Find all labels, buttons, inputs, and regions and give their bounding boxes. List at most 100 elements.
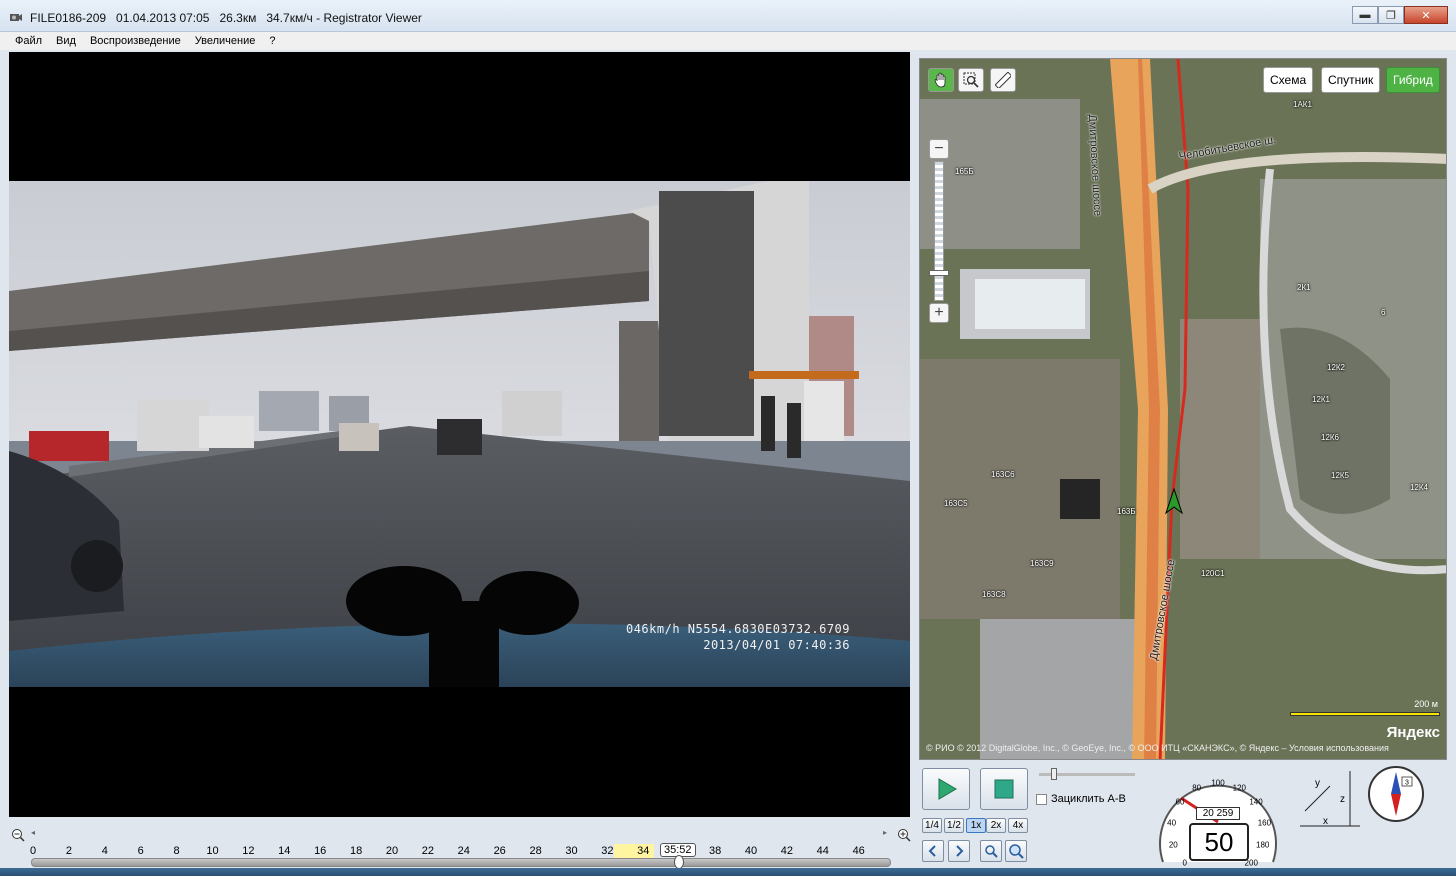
speedometer-scale-label: 20 xyxy=(1168,840,1178,850)
timeline-tick-label: 20 xyxy=(385,845,399,857)
ruler-icon xyxy=(995,72,1011,88)
play-icon xyxy=(938,778,957,800)
timeline-slider[interactable] xyxy=(31,858,891,867)
speed-4x-button[interactable]: 4x xyxy=(1008,818,1028,833)
satellite-map xyxy=(920,59,1446,759)
building-label: 163Б xyxy=(1117,507,1136,516)
timeline-tick-label: 38 xyxy=(708,845,722,857)
map-type-satellite[interactable]: Спутник xyxy=(1321,67,1381,93)
video-frame[interactable]: 046km/h N5554.6830E03732.6709 2013/04/01… xyxy=(9,181,910,687)
timeline-tick-label: 40 xyxy=(744,845,758,857)
axis-z-label: z xyxy=(1340,794,1345,805)
speed-1x-button[interactable]: 1x xyxy=(966,818,986,833)
maximize-button[interactable]: ❐ xyxy=(1378,6,1404,24)
volume-thumb[interactable] xyxy=(1051,768,1057,780)
odometer: 20 259 xyxy=(1196,807,1240,820)
speedometer-scale-label: 40 xyxy=(1167,818,1177,828)
speedometer-scale-label: 120 xyxy=(1232,783,1247,793)
hand-icon xyxy=(934,72,946,88)
building-label: 12К5 xyxy=(1331,471,1350,480)
speed-quarter-button[interactable]: 1/4 xyxy=(922,818,942,833)
map-scale-label: 200 м xyxy=(1414,699,1438,709)
menu-zoom[interactable]: Увеличение xyxy=(195,35,256,47)
stop-icon xyxy=(994,779,1014,799)
timeline-tick-label: 46 xyxy=(852,845,865,857)
prev-button[interactable] xyxy=(922,840,944,862)
building-label: 2К1 xyxy=(1297,283,1311,292)
timeline-tick-label: 44 xyxy=(816,845,829,857)
osd-datetime: 2013/04/01 07:40:36 xyxy=(703,638,850,652)
building-label: 12К4 xyxy=(1410,483,1429,492)
menu-playback[interactable]: Воспроизведение xyxy=(90,35,181,47)
timeline-slider-thumb[interactable] xyxy=(674,855,684,869)
ruler-tool[interactable] xyxy=(990,68,1016,92)
building-label: 120С1 xyxy=(1201,569,1225,578)
timeline-tick-label: 18 xyxy=(349,845,363,857)
loop-ab[interactable]: Зациклить А-В xyxy=(1036,793,1126,805)
timeline-tick-label: 26 xyxy=(493,845,506,857)
zoom-select-tool[interactable] xyxy=(958,68,984,92)
timeline-tick-label: 12 xyxy=(242,845,255,857)
menu-view[interactable]: Вид xyxy=(56,35,76,47)
map-zoom-in-button[interactable]: + xyxy=(929,303,949,323)
map-copyright[interactable]: © РИО © 2012 DigitalGlobe, Inc., © GeoEy… xyxy=(926,743,1389,753)
axis-x-label: x xyxy=(1323,816,1328,827)
timeline-tick-label: 0 xyxy=(29,845,37,857)
building-label: 163С9 xyxy=(1030,559,1054,568)
building-label: 12К6 xyxy=(1321,433,1340,442)
menu-bar: Файл Вид Воспроизведение Увеличение ? xyxy=(0,32,1456,50)
hand-tool[interactable] xyxy=(928,68,954,92)
timeline-tick-label: 32 xyxy=(601,845,614,857)
timeline-tick-label: 30 xyxy=(565,845,578,857)
accelerometer-axes-icon: y z x xyxy=(1300,771,1360,827)
timeline-left-arrow[interactable]: ◂ xyxy=(31,828,35,837)
yandex-logo: Яндекс xyxy=(1386,724,1440,741)
zoom-select-icon xyxy=(963,72,979,88)
axis-y-label: y xyxy=(1315,778,1320,789)
building-label: 163С6 xyxy=(991,470,1015,479)
map-zoom-slider[interactable] xyxy=(934,161,944,301)
next-button[interactable] xyxy=(948,840,970,862)
building-label: 165Б xyxy=(955,167,974,176)
video-panel[interactable]: 046km/h N5554.6830E03732.6709 2013/04/01… xyxy=(9,52,910,817)
speedometer: 0 20 40 60 80 100 120 140 160 180 200 20 259 50 xyxy=(1153,762,1283,872)
map-panel[interactable]: Схема Спутник Гибрид − + Дмитровское шос… xyxy=(919,58,1447,760)
zoom-out-icon[interactable] xyxy=(11,828,25,842)
menu-help[interactable]: ? xyxy=(269,35,275,47)
loop-checkbox[interactable] xyxy=(1036,793,1047,805)
compass-value: 3 xyxy=(1405,780,1409,787)
timeline-tick-label: 2 xyxy=(65,845,72,857)
stop-button[interactable] xyxy=(980,768,1028,810)
menu-file[interactable]: Файл xyxy=(15,35,42,47)
close-button[interactable]: ✕ xyxy=(1404,6,1448,24)
timeline-tick-label: 10 xyxy=(206,845,219,857)
magnifier-icon xyxy=(985,845,998,858)
speed-half-button[interactable]: 1/2 xyxy=(944,818,964,833)
speedometer-scale-label: 140 xyxy=(1249,797,1263,807)
map-zoom-thumb[interactable] xyxy=(929,270,949,276)
zoom-in-icon[interactable] xyxy=(897,828,911,842)
map-zoom-out-button[interactable]: − xyxy=(929,139,949,159)
speedometer-scale-label: 80 xyxy=(1192,783,1202,793)
timeline-tick-label: 14 xyxy=(278,845,291,857)
timeline-tick-label: 6 xyxy=(137,845,144,857)
map-scale-bar xyxy=(1290,712,1440,716)
minimize-button[interactable]: ▬ xyxy=(1352,6,1378,24)
timeline-tick-label: 8 xyxy=(173,845,180,857)
speed-2x-button[interactable]: 2x xyxy=(986,818,1006,833)
timeline-tick-label: 4 xyxy=(101,845,108,857)
volume-slider[interactable] xyxy=(1039,768,1135,780)
play-button[interactable] xyxy=(922,768,970,810)
loop-label: Зациклить А-В xyxy=(1051,793,1126,805)
map-type-hybrid[interactable]: Гибрид xyxy=(1386,67,1440,93)
video-zoom-in-button[interactable] xyxy=(1005,840,1027,862)
timeline-tick-label: 22 xyxy=(421,845,435,857)
building-label: 12К1 xyxy=(1312,395,1331,404)
video-zoom-out-button[interactable] xyxy=(980,840,1002,862)
app-camera-icon xyxy=(10,14,22,21)
magnifier-large-icon xyxy=(1009,844,1024,859)
window-title: FILE0186-209 01.04.2013 07:05 26.3км 34.… xyxy=(30,11,422,25)
map-type-scheme[interactable]: Схема xyxy=(1263,67,1314,93)
timeline-right-arrow[interactable]: ▸ xyxy=(883,828,887,837)
building-label: 6 xyxy=(1381,308,1386,317)
